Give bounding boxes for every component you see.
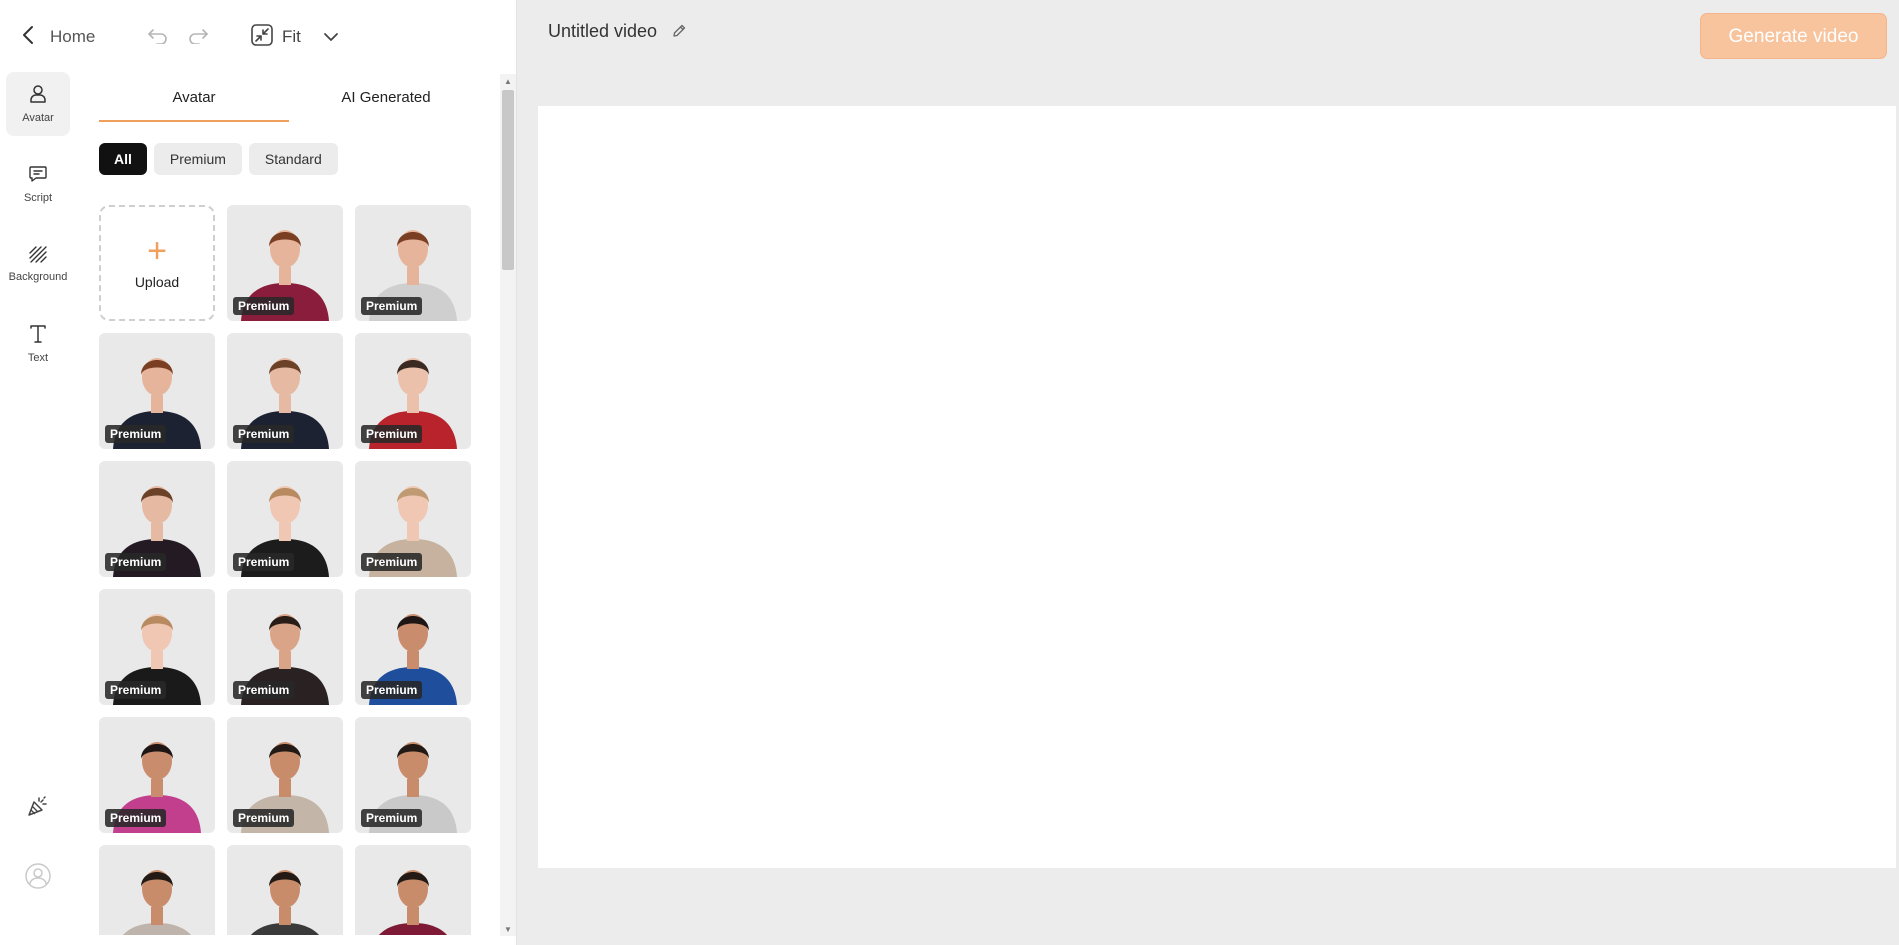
chevron-left-icon [22,25,34,50]
avatar-card[interactable] [227,845,343,935]
premium-badge: Premium [233,425,295,443]
premium-badge: Premium [105,553,167,571]
fit-label: Fit [282,27,301,46]
filter-chips: All Premium Standard [99,143,338,175]
premium-badge: Premium [105,681,167,699]
filter-standard[interactable]: Standard [248,143,338,175]
avatar-card[interactable]: Premium [355,333,471,449]
premium-badge: Premium [361,425,423,443]
avatar-card[interactable]: Premium [99,589,215,705]
avatar-grid: + Upload Premium Premium Premium Premium Pre… [99,205,471,935]
party-popper-icon [26,794,50,823]
zoom-fit-dropdown[interactable]: Fit [250,22,339,52]
rail-item-text[interactable]: Text [6,312,70,376]
filter-premium[interactable]: Premium [153,143,242,175]
fit-screen-icon [250,23,274,52]
app-root: Home Fit Avatar Script Background Text A… [0,0,1899,945]
filter-all[interactable]: All [99,143,147,175]
user-avatar-icon [24,862,52,895]
undo-icon [147,26,169,49]
account-button[interactable] [20,860,56,896]
premium-badge: Premium [233,553,295,571]
scroll-down-arrow-icon[interactable]: ▼ [500,922,516,936]
scrollbar-thumb[interactable] [502,90,514,270]
rail-item-background[interactable]: Background [6,232,70,296]
plus-icon: + [147,232,167,270]
panel-scrollbar[interactable]: ▲ ▼ [500,74,516,936]
avatar-card[interactable]: Premium [227,205,343,321]
avatar-portrait [379,870,447,935]
video-title-row: Untitled video [548,18,687,44]
avatar-card[interactable]: Premium [99,333,215,449]
tab-avatar[interactable]: Avatar [99,82,289,122]
avatar-card[interactable]: Premium [227,589,343,705]
video-title[interactable]: Untitled video [548,21,657,42]
avatar-card[interactable]: Premium [355,589,471,705]
back-home-button[interactable]: Home [22,22,95,52]
avatar-card[interactable]: Premium [355,717,471,833]
hatch-icon [28,245,48,266]
pencil-icon[interactable] [671,23,687,39]
rail-label: Background [8,271,68,283]
avatar-card[interactable] [355,845,471,935]
avatar-portrait [123,870,191,935]
avatar-tabs: Avatar AI Generated [99,82,481,122]
rail-label: Text [27,352,49,364]
avatar-card[interactable]: Premium [355,205,471,321]
upload-label: Upload [134,274,180,290]
avatar-card[interactable]: Premium [99,717,215,833]
back-home-label: Home [50,27,96,46]
premium-badge: Premium [361,297,423,315]
avatar-grid-container: + Upload Premium Premium Premium Premium Pre… [99,205,471,935]
redo-button[interactable] [185,24,211,50]
avatar-portrait [251,870,319,935]
side-rail: Avatar Script Background Text [0,72,80,945]
premium-badge: Premium [361,809,423,827]
premium-badge: Premium [233,681,295,699]
rail-item-script[interactable]: Script [6,152,70,216]
scroll-up-arrow-icon[interactable]: ▲ [500,74,516,88]
avatar-card[interactable]: Premium [227,461,343,577]
redo-icon [187,26,209,49]
top-toolbar: Home Fit [0,0,517,72]
avatar-card[interactable]: Premium [355,461,471,577]
person-icon [29,84,47,107]
avatar-card[interactable]: Premium [99,461,215,577]
chevron-down-icon [323,27,339,47]
premium-badge: Premium [233,809,295,827]
undo-button[interactable] [145,24,171,50]
premium-badge: Premium [361,553,423,571]
party-popper-button[interactable] [20,790,56,826]
rail-item-avatar[interactable]: Avatar [6,72,70,136]
avatar-card[interactable] [99,845,215,935]
video-canvas[interactable] [538,106,1896,868]
left-panel: Home Fit Avatar Script Background Text A… [0,0,517,945]
premium-badge: Premium [361,681,423,699]
chat-icon [28,164,48,187]
generate-video-button[interactable]: Generate video [1700,13,1887,59]
premium-badge: Premium [105,425,167,443]
avatar-card[interactable]: Premium [227,333,343,449]
tab-ai-generated[interactable]: AI Generated [291,82,481,122]
upload-avatar-button[interactable]: + Upload [99,205,215,321]
rail-label: Avatar [22,112,54,124]
premium-badge: Premium [233,297,295,315]
text-icon [29,324,47,347]
rail-label: Script [23,192,53,204]
premium-badge: Premium [105,809,167,827]
avatar-card[interactable]: Premium [227,717,343,833]
